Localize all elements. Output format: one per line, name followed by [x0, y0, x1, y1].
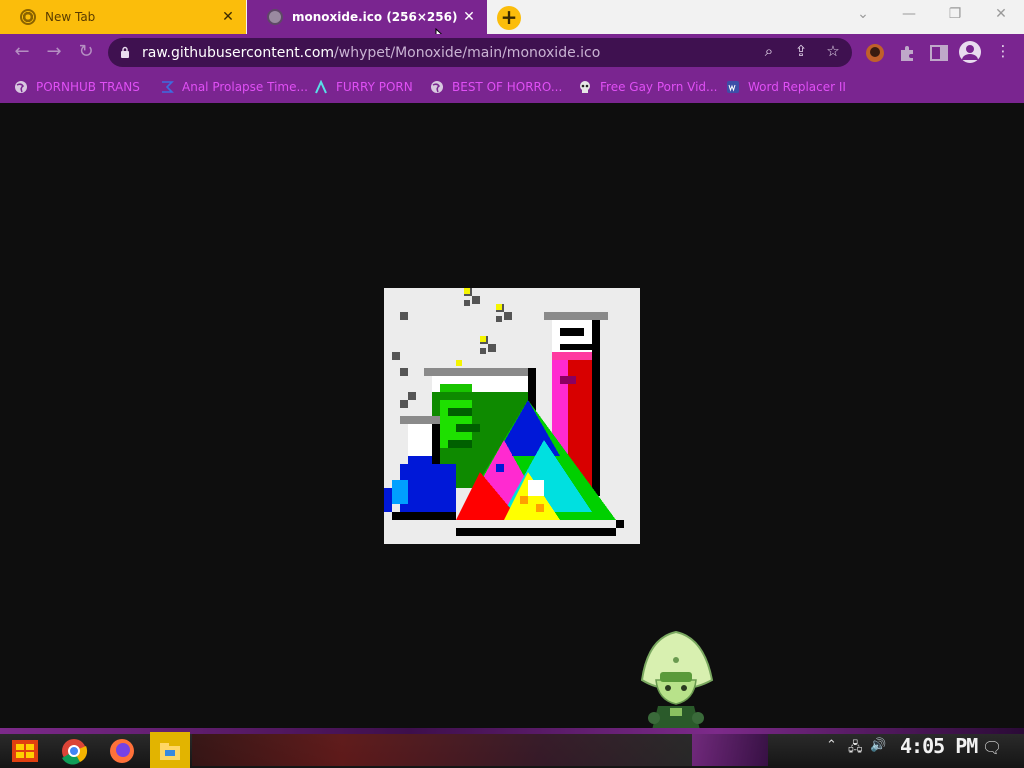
folder-icon — [160, 743, 180, 760]
chemistry-flasks-icon — [384, 288, 624, 536]
tab-close-icon[interactable]: ✕ — [220, 9, 236, 25]
forward-button[interactable]: → — [42, 40, 66, 64]
bookmarks-bar: PORNHUB TRANS Anal Prolapse Time... FURR… — [0, 71, 1024, 103]
bookmark-item[interactable]: PORNHUB TRANS — [14, 78, 140, 96]
bookmark-label: PORNHUB TRANS — [36, 80, 140, 94]
globe-icon — [15, 81, 27, 93]
tab-monoxide-ico[interactable]: monoxide.ico (256×256) ✕ — [247, 0, 487, 34]
share-icon[interactable]: ⇪ — [790, 40, 812, 62]
back-button[interactable]: ← — [10, 40, 34, 64]
globe-icon — [431, 81, 443, 93]
tab-title: monoxide.ico (256×256) — [292, 10, 458, 24]
bookmark-label: Free Gay Porn Vid... — [600, 80, 718, 94]
bookmark-star-icon[interactable]: ☆ — [822, 40, 844, 62]
new-tab-button[interactable]: + — [497, 6, 521, 30]
lock-icon — [121, 46, 129, 58]
globe-favicon-icon — [267, 9, 283, 25]
start-button-icon[interactable] — [4, 732, 44, 768]
bookmark-item[interactable]: Word Replacer II — [726, 78, 846, 96]
tray-chevron-icon[interactable]: ⌃ — [826, 738, 837, 753]
browser-toolbar: ← → ↻ raw.githubusercontent.com/whypet/M… — [0, 34, 1024, 71]
sigma-icon — [162, 81, 174, 93]
chrome-favicon-icon — [20, 9, 36, 25]
bookmark-item[interactable]: Anal Prolapse Time... — [160, 78, 308, 96]
bookmark-label: BEST OF HORRO... — [452, 80, 563, 94]
side-panel-icon[interactable] — [928, 42, 950, 64]
extensions-puzzle-icon[interactable] — [896, 42, 918, 64]
url-path: /whypet/Monoxide/main/monoxide.ico — [334, 44, 601, 61]
tab-new-tab[interactable]: New Tab ✕ — [0, 0, 246, 34]
tab-search-dropdown-icon[interactable]: ⌄ — [840, 0, 886, 30]
taskbar: ⌃ 🖧 🔊 🗨 — [0, 728, 1024, 768]
screen: New Tab ✕ monoxide.ico (256×256) ✕ + ⌄ —… — [0, 0, 1024, 768]
bookmark-label: Word Replacer II — [748, 80, 846, 94]
bookmark-item[interactable]: BEST OF HORRO... — [430, 78, 562, 96]
desktop-mascot-character — [640, 630, 714, 730]
close-window-button[interactable]: ✕ — [978, 0, 1024, 30]
bookmark-label: FURRY PORN — [336, 80, 413, 94]
url-host: raw.githubusercontent.com — [142, 44, 335, 61]
volume-icon[interactable]: 🔊 — [870, 738, 886, 753]
reload-button[interactable]: ↻ — [74, 40, 98, 64]
search-icon[interactable]: ⌕ — [758, 40, 780, 62]
bookmark-item[interactable]: FURRY PORN — [314, 78, 413, 96]
profile-avatar-icon[interactable] — [958, 40, 982, 64]
firefox-taskbar-icon[interactable] — [102, 732, 142, 768]
taskbar-clock[interactable]: 4:05 PM — [900, 734, 978, 758]
menu-kebab-icon[interactable]: ⋮ — [992, 40, 1014, 62]
address-bar[interactable]: raw.githubusercontent.com/whypet/Monoxid… — [108, 38, 852, 67]
file-explorer-taskbar-button[interactable] — [150, 732, 190, 768]
lambda-icon — [315, 80, 327, 94]
bookmark-label: Anal Prolapse Time... — [182, 80, 308, 94]
tab-title: New Tab — [45, 10, 96, 24]
taskbar-decor — [692, 734, 768, 766]
skull-icon — [580, 81, 590, 93]
chrome-taskbar-icon[interactable] — [54, 732, 94, 768]
wr-icon — [727, 81, 739, 93]
tab-strip: New Tab ✕ monoxide.ico (256×256) ✕ + ⌄ —… — [0, 0, 1024, 46]
extension-avatar-icon[interactable] — [864, 42, 886, 64]
minimize-button[interactable]: — — [886, 0, 932, 30]
ico-image-viewer — [384, 288, 640, 544]
bookmark-item[interactable]: Free Gay Porn Vid... — [578, 78, 717, 96]
tab-close-icon[interactable]: ✕ — [461, 9, 477, 25]
taskbar-window-preview[interactable] — [192, 734, 692, 766]
network-icon[interactable]: 🖧 — [848, 738, 863, 760]
notification-icon[interactable]: 🗨 — [982, 738, 1002, 757]
restore-button[interactable]: ❐ — [932, 0, 978, 30]
